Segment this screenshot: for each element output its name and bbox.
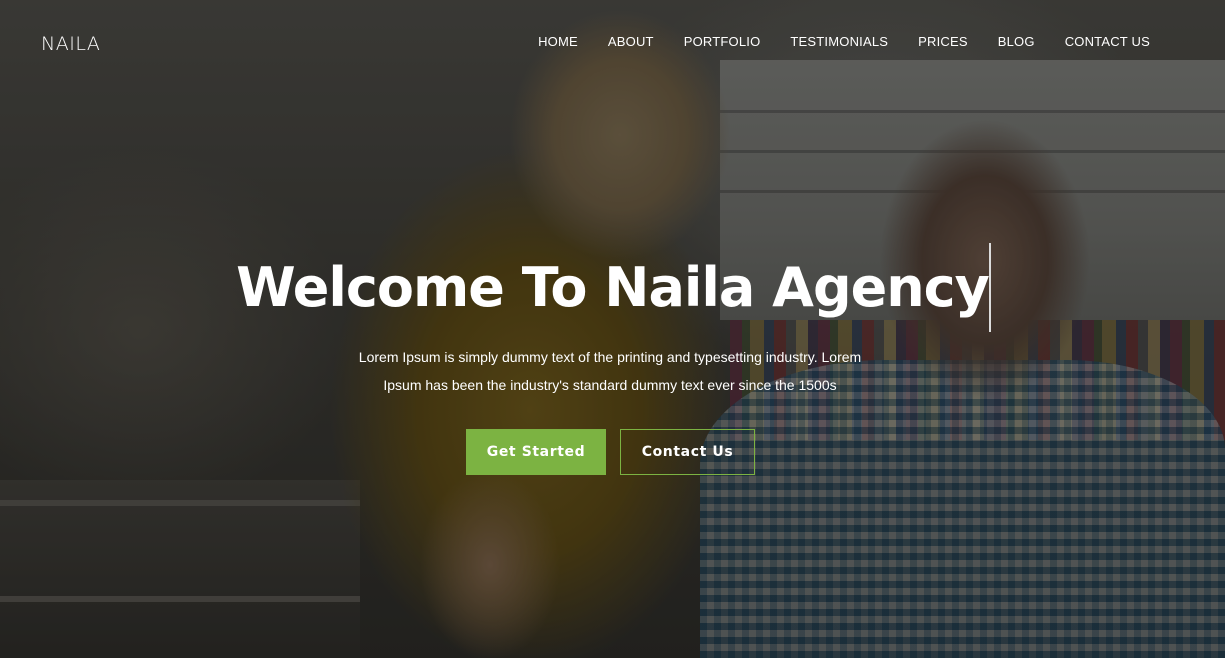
dark-overlay	[0, 0, 1225, 658]
get-started-button[interactable]: Get Started	[466, 429, 606, 475]
site-logo[interactable]: NAILA	[41, 33, 100, 55]
nav-link-prices[interactable]: PRICES	[918, 34, 968, 49]
hero-section: NAILA HOME ABOUT PORTFOLIO TESTIMONIALS …	[0, 0, 1225, 658]
nav-item-blog: BLOG	[998, 33, 1035, 51]
hero-title: Welcome To Naila Agency	[236, 256, 990, 319]
nav-link-blog[interactable]: BLOG	[998, 34, 1035, 49]
hero-description-line-2: Ipsum has been the industry's standard d…	[383, 377, 837, 393]
nav-link-portfolio[interactable]: PORTFOLIO	[684, 34, 761, 49]
hero-description-line-1: Lorem Ipsum is simply dummy text of the …	[358, 349, 862, 365]
typing-cursor	[989, 243, 991, 332]
nav-link-home[interactable]: HOME	[538, 34, 578, 49]
nav-link-testimonials[interactable]: TESTIMONIALS	[790, 34, 888, 49]
nav-item-home: HOME	[538, 33, 578, 51]
contact-us-button[interactable]: Contact Us	[620, 429, 755, 475]
nav-item-portfolio: PORTFOLIO	[684, 33, 761, 51]
nav-item-about: ABOUT	[608, 33, 654, 51]
nav-item-prices: PRICES	[918, 33, 968, 51]
hero-description: Lorem Ipsum is simply dummy text of the …	[330, 343, 890, 399]
nav-item-testimonials: TESTIMONIALS	[790, 33, 888, 51]
nav-item-contact: CONTACT US	[1065, 33, 1150, 51]
main-nav: HOME ABOUT PORTFOLIO TESTIMONIALS PRICES…	[538, 33, 1150, 51]
nav-link-contact[interactable]: CONTACT US	[1065, 34, 1150, 49]
nav-link-about[interactable]: ABOUT	[608, 34, 654, 49]
